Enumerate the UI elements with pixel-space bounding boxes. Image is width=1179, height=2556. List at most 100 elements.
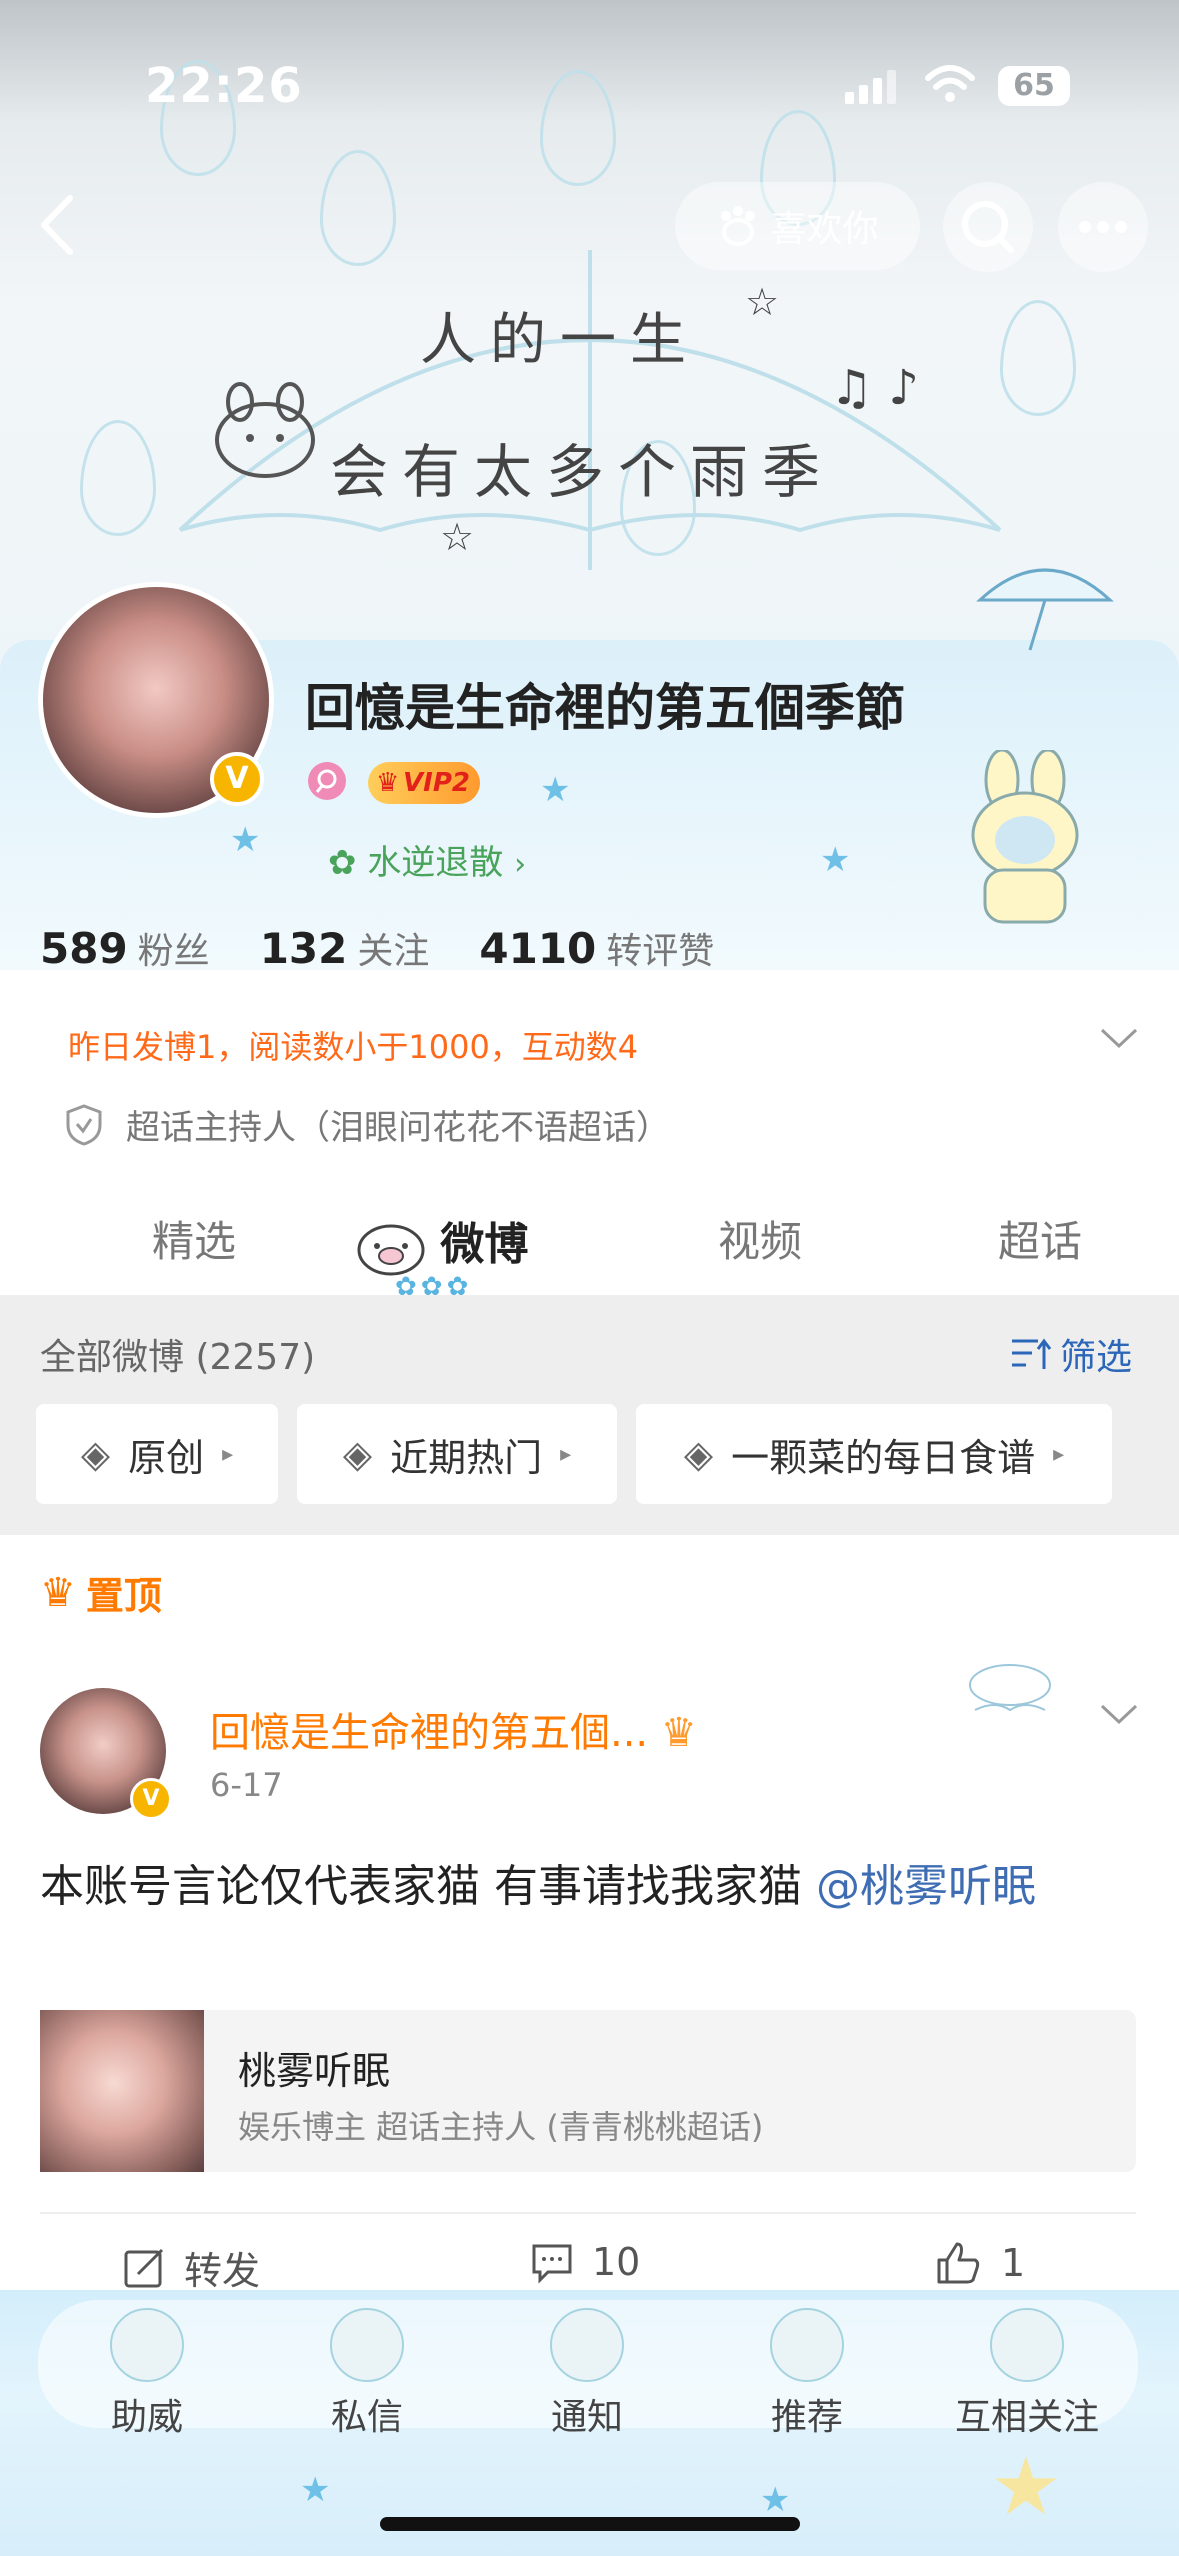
verified-badge-icon: V — [210, 752, 264, 806]
post-author-name[interactable]: 回憶是生命裡的第五個... ♛ — [210, 1700, 697, 1758]
pinned-text: 置顶 — [85, 1574, 162, 1618]
lotus-icon: ✿ — [328, 843, 357, 883]
chevron-right-icon: › — [514, 847, 527, 882]
host-role-row[interactable]: 超话主持人（泪眼问花花不语超话） — [64, 1100, 670, 1149]
back-button[interactable] — [30, 190, 90, 260]
shield-icon — [66, 1103, 102, 1146]
pig-face-icon — [357, 1224, 425, 1275]
layers-icon: ◈ — [80, 1432, 111, 1476]
chip-original[interactable]: ◈ 原创 ▸ — [36, 1404, 278, 1504]
like-count: 1 — [1001, 2241, 1026, 2285]
caret-right-icon: ▸ — [1053, 1441, 1065, 1467]
filter-label: 筛选 — [1060, 1337, 1133, 1378]
bunny-doodle-icon — [215, 382, 315, 478]
star-decoration: ★ — [540, 770, 571, 810]
star-decoration: ★ — [760, 2480, 791, 2520]
filter-icon — [1012, 1338, 1052, 1369]
nav-notifications[interactable]: 通知 — [502, 2300, 672, 2440]
profile-tabs: 精选 微博 ✿✿✿ 视频 超话 — [0, 1190, 1179, 1302]
user-card-name: 桃雾听眠 — [238, 2049, 391, 2093]
group-label: 水逆退散 — [367, 843, 504, 883]
chip-label: 近期热门 — [390, 1435, 543, 1480]
nav-label: 推荐 — [770, 2397, 843, 2438]
tab-label: 超话 — [998, 1217, 1083, 1266]
stat-label: 关注 — [357, 931, 430, 972]
tab-weibo[interactable]: 微博 ✿✿✿ — [355, 1208, 529, 1302]
chevron-down-icon[interactable] — [1098, 1024, 1140, 1054]
rabbit-raincoat-mascot — [960, 748, 1090, 930]
profile-stats: 589 粉丝 132 关注 4110 转评赞 — [40, 922, 714, 974]
like-button[interactable]: 1 — [935, 2240, 1025, 2286]
more-options-button[interactable] — [1058, 182, 1148, 272]
nav-recommend[interactable]: 推荐 — [722, 2300, 892, 2440]
banner-line-1: 人的一生 — [420, 308, 700, 373]
chip-label: 一颗菜的每日食谱 — [731, 1435, 1036, 1480]
stat-following[interactable]: 132 关注 — [260, 922, 430, 974]
umbrella-frog-decoration — [976, 568, 1114, 651]
stat-value: 132 — [259, 924, 348, 973]
leaf-mascot-icon — [110, 2308, 184, 2382]
verified-badge-icon: V — [130, 1778, 172, 1820]
vip-label: VIP2 — [403, 768, 470, 798]
group-link[interactable]: ✿ 水逆退散 › — [328, 835, 526, 884]
stat-interactions[interactable]: 4110 转评赞 — [479, 922, 714, 974]
tab-label: 视频 — [718, 1217, 803, 1266]
crown-icon: ♛ — [40, 1569, 76, 1616]
star-decoration: ★ — [300, 2470, 331, 2510]
cellular-signal-icon — [845, 70, 896, 104]
banner-line-2: 会有太多个雨季 — [330, 438, 835, 506]
stat-label: 转评赞 — [606, 931, 715, 972]
post-body-text: 本账号言论仅代表家猫 有事请找我家猫 — [40, 1861, 802, 1912]
repost-icon — [124, 2248, 164, 2287]
stat-label: 粉丝 — [137, 931, 210, 972]
vip-crown-icon: ♛ — [660, 1710, 697, 1756]
nav-label: 助威 — [110, 2397, 183, 2438]
layers-icon: ◈ — [342, 1432, 373, 1476]
mention-link[interactable]: @桃雾听眠 — [816, 1861, 1036, 1912]
vip-badge[interactable]: ♛ VIP2 — [368, 762, 480, 804]
like-you-button[interactable]: 喜欢你 — [675, 182, 920, 270]
user-card-description: 娱乐博主 超话主持人 (青青桃桃超话) — [238, 2108, 764, 2146]
nav-label: 私信 — [330, 2397, 403, 2438]
female-gender-icon — [308, 762, 346, 800]
tab-videos[interactable]: 视频 — [718, 1208, 802, 1269]
tab-label: 微博 — [440, 1219, 529, 1270]
umbrella-mascot-icon — [330, 2308, 404, 2382]
search-icon — [962, 201, 1014, 253]
stat-value: 589 — [40, 924, 128, 973]
tab-supertopics[interactable]: 超话 — [998, 1208, 1082, 1269]
filter-button[interactable]: 筛选 — [1010, 1328, 1132, 1380]
star-doodle-icon: ☆ — [745, 280, 780, 324]
cat-paw-icon — [721, 206, 756, 246]
tab-featured[interactable]: 精选 — [152, 1208, 236, 1269]
raindrop-decoration — [80, 420, 156, 536]
stat-followers[interactable]: 589 粉丝 — [40, 922, 210, 974]
layers-icon: ◈ — [683, 1432, 714, 1476]
stat-value: 4110 — [479, 924, 597, 973]
more-dots-icon — [1079, 221, 1127, 233]
raincoat-mascot-icon — [770, 2308, 844, 2382]
leaf-umbrella-mascot-icon — [990, 2308, 1064, 2382]
comment-button[interactable]: 10 — [530, 2240, 640, 2284]
nav-label: 通知 — [550, 2397, 623, 2438]
thumbs-up-icon — [937, 2242, 980, 2284]
home-indicator[interactable] — [380, 2517, 800, 2531]
star-decoration: ★ — [820, 840, 851, 880]
chevron-down-icon[interactable] — [1098, 1700, 1140, 1730]
profile-username: 回憶是生命裡的第五個季節 — [305, 679, 905, 737]
star-decoration: ★ — [230, 820, 261, 860]
divider — [40, 2212, 1136, 2214]
nav-cheer[interactable]: 助威 — [62, 2300, 232, 2440]
pinned-label: ♛ 置顶 — [40, 1565, 162, 1620]
activity-summary: 昨日发博1，阅读数小于1000，互动数4 — [68, 1028, 639, 1066]
repost-button[interactable]: 转发 — [122, 2240, 260, 2295]
nav-mutual-follow[interactable]: 互相关注 — [942, 2300, 1112, 2440]
chip-recent-hot[interactable]: ◈ 近期热门 ▸ — [297, 1404, 617, 1504]
music-notes-icon: ♫ ♪ — [830, 360, 919, 416]
nav-messages[interactable]: 私信 — [282, 2300, 452, 2440]
search-button[interactable] — [943, 182, 1033, 272]
chip-daily-recipes[interactable]: ◈ 一颗菜的每日食谱 ▸ — [636, 1404, 1112, 1504]
author-name-text: 回憶是生命裡的第五個... — [210, 1710, 649, 1756]
comment-count: 10 — [592, 2240, 641, 2284]
nav-label: 互相关注 — [954, 2397, 1099, 2438]
